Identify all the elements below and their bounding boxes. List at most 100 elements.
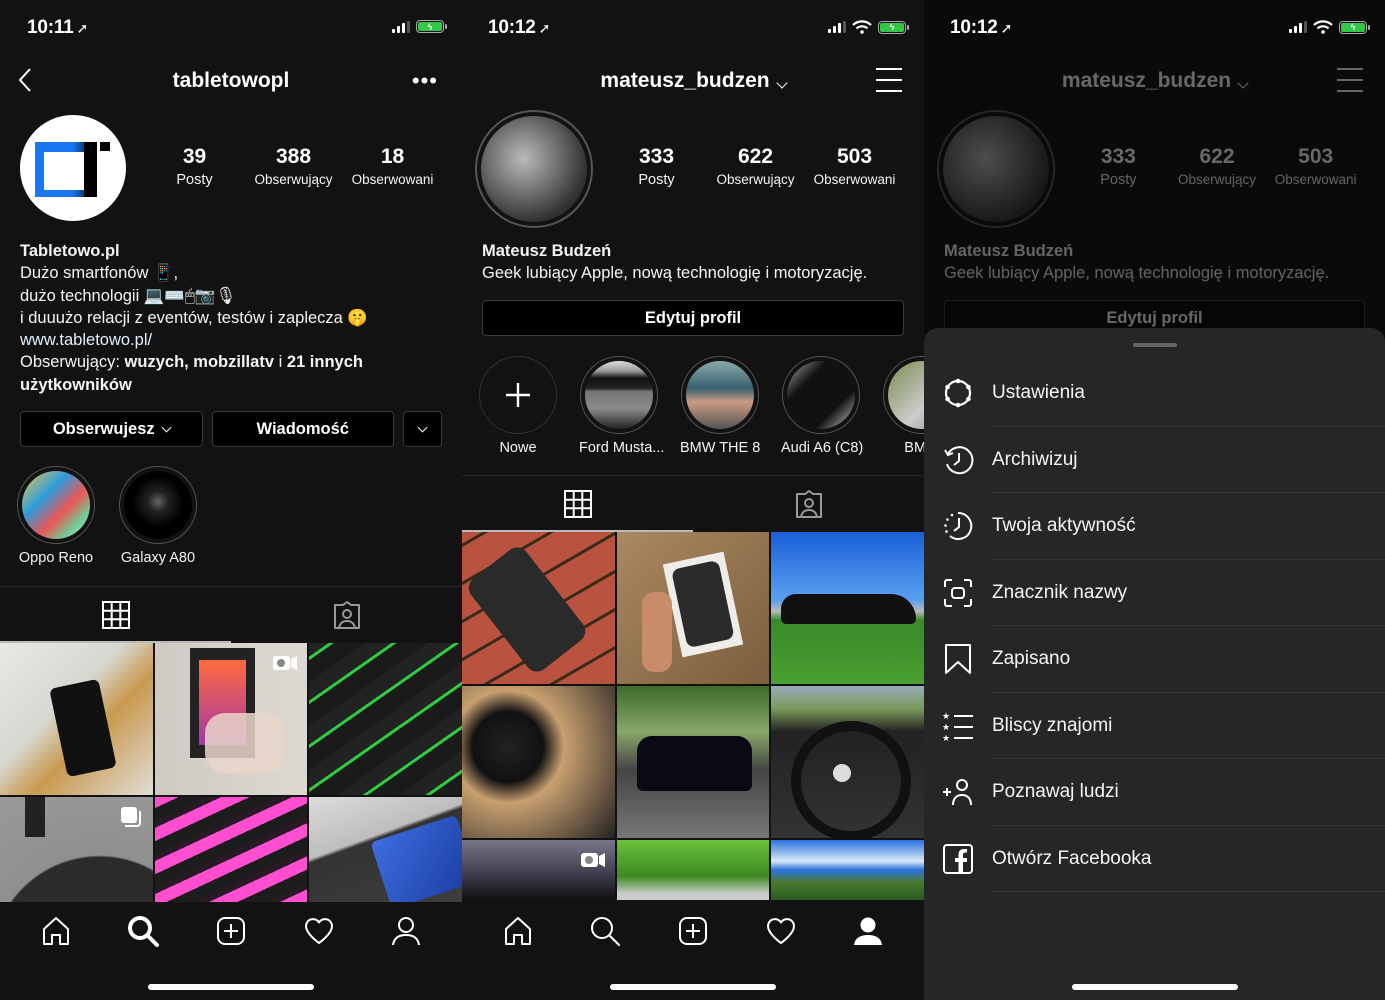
highlight-item[interactable]: Ford Musta... xyxy=(579,356,664,456)
add-post-icon[interactable] xyxy=(214,914,248,948)
stat-followers[interactable]: 388 Obserwujący xyxy=(244,144,343,190)
profile-name: Tabletowo.pl xyxy=(20,242,120,260)
close-friends-icon: ★ ★ ★ xyxy=(940,708,976,744)
svg-text:★: ★ xyxy=(942,712,950,722)
menu-item-settings[interactable]: Ustawienia xyxy=(924,360,1385,427)
location-arrow-icon: ➚ xyxy=(76,20,89,36)
home-icon[interactable] xyxy=(39,914,73,948)
username-title: tabletowopl xyxy=(172,69,290,92)
post-thumbnail[interactable] xyxy=(616,840,770,900)
menu-item-archive[interactable]: Archiwizuj xyxy=(924,427,1385,494)
followed-by[interactable]: Obserwujący: wuzych, mobzillatv i 21 inn… xyxy=(20,351,448,396)
status-bar: 10:12 ➚ ϟ xyxy=(462,0,924,56)
post-thumbnail[interactable] xyxy=(462,532,615,684)
avatar[interactable] xyxy=(20,115,126,221)
nav-bar: tabletowopl ••• xyxy=(0,56,462,108)
home-indicator[interactable] xyxy=(610,984,776,990)
highlight-item[interactable]: Oppo Reno xyxy=(16,466,96,566)
profile-tabs xyxy=(462,475,924,532)
suggestions-toggle-button[interactable] xyxy=(403,411,442,447)
profile-menu-screen: 10:12 ➚ ϟ mateusz_budzen 333 Posty 622 Obse… xyxy=(924,0,1385,1000)
new-highlight-button[interactable]: Nowe xyxy=(478,356,558,456)
tab-tagged[interactable] xyxy=(231,587,462,643)
highlight-item[interactable]: Audi A6 (C8) xyxy=(781,356,863,456)
stat-posts[interactable]: 39 Posty xyxy=(145,144,244,190)
bio-line: i duuużo relacji z eventów, testów i zap… xyxy=(20,308,368,327)
avatar xyxy=(937,110,1055,228)
post-thumbnail[interactable] xyxy=(771,532,924,684)
nav-bar: mateusz_budzen xyxy=(462,56,924,108)
tab-tagged[interactable] xyxy=(693,476,924,532)
chevron-down-icon xyxy=(1237,77,1249,89)
posts-grid xyxy=(462,532,924,900)
stat-followers[interactable]: 622 Obserwujący xyxy=(706,144,805,190)
post-thumbnail[interactable] xyxy=(771,840,924,900)
bottom-tab-bar xyxy=(462,902,924,1000)
search-icon[interactable] xyxy=(588,914,622,948)
add-post-icon[interactable] xyxy=(676,914,710,948)
status-bar: 10:11 ➚ ϟ xyxy=(0,0,462,56)
status-bar: 10:12 ➚ ϟ xyxy=(924,0,1385,56)
post-thumbnail[interactable] xyxy=(771,686,924,838)
following-button[interactable]: Obserwujesz xyxy=(20,411,203,447)
profile-icon[interactable] xyxy=(389,914,423,948)
status-time: 10:12 xyxy=(950,17,998,38)
highlight-item[interactable]: BMW THE 8 xyxy=(680,356,760,456)
tab-grid[interactable] xyxy=(462,476,693,532)
hamburger-menu-icon[interactable] xyxy=(876,68,902,92)
sheet-grabber[interactable] xyxy=(1132,343,1177,347)
location-arrow-icon: ➚ xyxy=(1000,20,1013,36)
carousel-icon xyxy=(120,807,141,827)
home-icon[interactable] xyxy=(501,914,535,948)
bio-link[interactable]: www.tabletowo.pl/ xyxy=(20,329,448,351)
heart-icon[interactable] xyxy=(764,914,798,948)
post-thumbnail[interactable] xyxy=(616,532,770,684)
home-indicator[interactable] xyxy=(1071,984,1238,990)
location-arrow-icon: ➚ xyxy=(538,20,551,36)
svg-text:★: ★ xyxy=(942,734,950,742)
menu-item-discover-people[interactable]: Poznawaj ludzi xyxy=(924,759,1385,826)
profile-icon[interactable] xyxy=(851,914,885,948)
home-indicator[interactable] xyxy=(148,984,314,990)
message-button[interactable]: Wiadomość xyxy=(211,411,394,447)
archive-icon xyxy=(940,442,976,478)
highlight-item[interactable]: Galaxy A80 xyxy=(118,466,198,566)
activity-icon xyxy=(940,508,976,544)
plus-icon xyxy=(506,383,530,407)
signal-icon xyxy=(1289,21,1307,33)
menu-item-open-facebook[interactable]: Otwórz Facebooka xyxy=(924,826,1385,893)
post-thumbnail[interactable] xyxy=(462,840,615,900)
profile-bio: Mateusz Budzeń Geek lubiący Apple, nową … xyxy=(482,240,910,285)
avatar[interactable] xyxy=(475,110,593,228)
svg-text:★: ★ xyxy=(942,723,950,733)
post-thumbnail[interactable] xyxy=(154,643,308,795)
post-thumbnail[interactable] xyxy=(309,643,462,795)
stat-posts: 333 Posty xyxy=(1100,145,1137,188)
more-horizontal-icon[interactable]: ••• xyxy=(412,68,438,94)
nametag-icon xyxy=(940,575,976,611)
chevron-down-icon xyxy=(775,77,788,89)
stat-following[interactable]: 503 Obserwowani xyxy=(805,144,904,190)
profile-tabs xyxy=(0,586,462,643)
post-thumbnail[interactable] xyxy=(0,643,153,795)
signal-icon xyxy=(392,20,410,33)
hamburger-menu-icon xyxy=(1337,68,1363,92)
post-thumbnail[interactable] xyxy=(462,686,615,838)
menu-item-saved[interactable]: Zapisano xyxy=(924,626,1385,693)
tab-grid[interactable] xyxy=(0,587,231,643)
menu-item-close-friends[interactable]: ★ ★ ★ Bliscy znajomi xyxy=(924,693,1385,760)
stat-posts[interactable]: 333 Posty xyxy=(607,144,706,190)
edit-profile-button[interactable]: Edytuj profil xyxy=(482,300,904,336)
wifi-icon xyxy=(852,20,872,34)
menu-item-nametag[interactable]: Znacznik nazwy xyxy=(924,560,1385,627)
heart-icon[interactable] xyxy=(302,914,336,948)
profile-header: 39 Posty 388 Obserwujący 18 Obserwowani xyxy=(0,112,462,227)
account-switcher: mateusz_budzen xyxy=(924,69,1385,93)
account-switcher[interactable]: mateusz_budzen xyxy=(462,69,924,93)
menu-item-activity[interactable]: Twoja aktywność xyxy=(924,493,1385,560)
search-icon[interactable] xyxy=(126,914,160,948)
battery-icon: ϟ xyxy=(416,20,447,33)
stat-following[interactable]: 18 Obserwowani xyxy=(343,144,442,190)
post-thumbnail[interactable] xyxy=(616,686,770,838)
highlight-item[interactable]: BMW xyxy=(882,356,924,456)
